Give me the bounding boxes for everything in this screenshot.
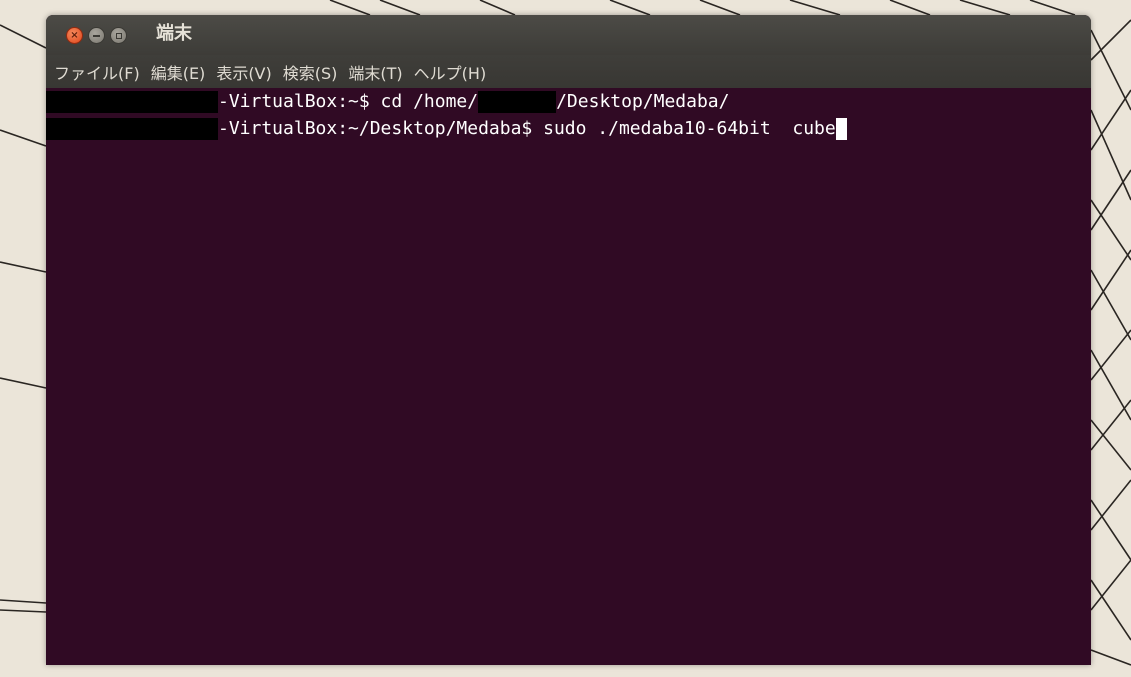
redacted-username: [46, 118, 218, 140]
menu-bar: ファイル(F) 編集(E) 表示(V) 検索(S) 端末(T) ヘルプ(H): [46, 55, 1091, 88]
menu-search[interactable]: 検索(S): [283, 60, 338, 84]
command-text: -VirtualBox:~/Desktop/Medaba$ sudo ./med…: [218, 118, 836, 139]
prompt-text: -VirtualBox:~$ cd /home/: [218, 91, 479, 112]
menu-terminal[interactable]: 端末(T): [348, 60, 402, 84]
maximize-icon: [115, 32, 122, 39]
menu-help[interactable]: ヘルプ(H): [414, 60, 487, 84]
terminal-output-area[interactable]: -VirtualBox:~$ cd /home/ /Desktop/Medaba/…: [46, 88, 1091, 665]
terminal-line: -VirtualBox:~$ cd /home/ /Desktop/Medaba/: [46, 90, 729, 114]
path-text: /Desktop/Medaba/: [556, 91, 730, 112]
menu-edit[interactable]: 編集(E): [151, 60, 206, 84]
menu-view[interactable]: 表示(V): [216, 60, 271, 84]
text-cursor: [835, 118, 847, 140]
terminal-line: -VirtualBox:~/Desktop/Medaba$ sudo ./med…: [46, 117, 847, 141]
close-button[interactable]: ×: [66, 27, 83, 44]
menu-file[interactable]: ファイル(F): [54, 60, 140, 84]
redacted-home-dir: [478, 91, 557, 113]
terminal-window: × 端末 ファイル(F) 編集(E) 表示(V) 検索(S) 端末(T) ヘルプ…: [46, 15, 1091, 665]
title-bar[interactable]: × 端末: [46, 15, 1091, 55]
redacted-username: [46, 91, 218, 113]
maximize-button[interactable]: [110, 27, 127, 44]
window-title: 端末: [156, 23, 192, 44]
minimize-icon: [93, 34, 100, 37]
minimize-button[interactable]: [88, 27, 105, 44]
close-icon: ×: [70, 29, 79, 41]
